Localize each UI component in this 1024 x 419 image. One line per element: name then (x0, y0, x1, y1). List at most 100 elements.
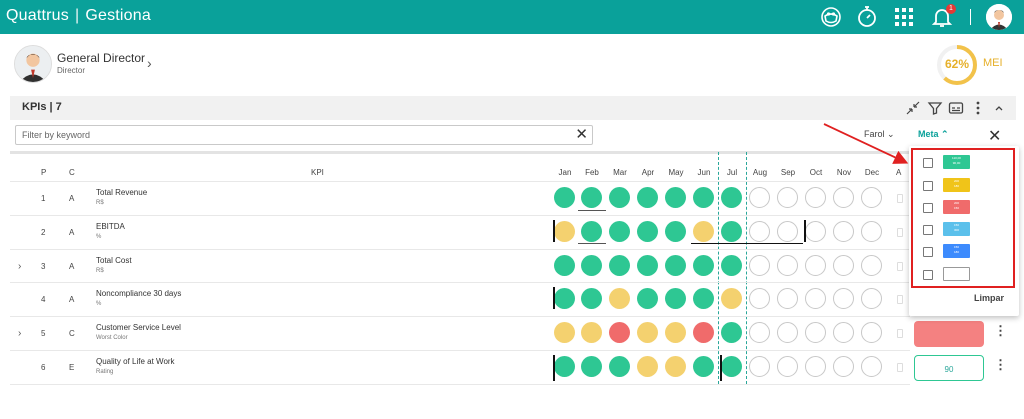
chevron-right-icon[interactable]: › (18, 261, 21, 272)
status-dot[interactable] (609, 322, 630, 343)
status-dot[interactable] (554, 356, 575, 377)
clear-button[interactable]: Limpar (974, 293, 1004, 303)
status-dot[interactable] (861, 187, 882, 208)
status-dot[interactable] (637, 322, 658, 343)
kpi-name[interactable]: Customer Service Level (96, 323, 181, 332)
status-dot[interactable] (749, 356, 770, 377)
filter-icon[interactable] (927, 100, 943, 116)
status-dot[interactable] (805, 255, 826, 276)
attachment-icon[interactable] (897, 295, 903, 304)
status-dot[interactable] (637, 288, 658, 309)
caption-icon[interactable] (948, 100, 964, 116)
status-dot[interactable] (637, 221, 658, 242)
status-dot[interactable] (833, 322, 854, 343)
status-dot[interactable] (777, 221, 798, 242)
status-dot[interactable] (581, 322, 602, 343)
more-vertical-icon[interactable] (970, 100, 986, 116)
status-dot[interactable] (665, 255, 686, 276)
status-dot[interactable] (637, 187, 658, 208)
more-vertical-icon[interactable]: ⋮ (994, 324, 1007, 337)
status-dot[interactable] (554, 187, 575, 208)
status-dot[interactable] (777, 187, 798, 208)
status-dot[interactable] (609, 221, 630, 242)
status-dot[interactable] (833, 356, 854, 377)
bell-icon[interactable]: 1 (930, 4, 956, 29)
chevron-right-icon[interactable]: › (147, 55, 152, 71)
status-dot[interactable] (721, 356, 742, 377)
kpi-name[interactable]: Total Revenue (96, 188, 147, 197)
kpi-name[interactable]: Quality of Life at Work (96, 357, 175, 366)
kpi-name[interactable]: Total Cost (96, 256, 132, 265)
status-dot[interactable] (777, 255, 798, 276)
status-dot[interactable] (693, 255, 714, 276)
status-dot[interactable] (554, 288, 575, 309)
status-dot[interactable] (805, 221, 826, 242)
status-dot[interactable] (693, 221, 714, 242)
status-dot[interactable] (581, 255, 602, 276)
target-value[interactable]: 90 (914, 355, 984, 381)
status-dot[interactable] (861, 322, 882, 343)
col-c-header[interactable]: C (69, 168, 75, 177)
status-dot[interactable] (833, 187, 854, 208)
clear-icon[interactable]: ✕ (575, 127, 588, 143)
status-dot[interactable] (861, 288, 882, 309)
status-dot[interactable] (777, 322, 798, 343)
status-dot[interactable] (805, 356, 826, 377)
status-dot[interactable] (777, 356, 798, 377)
more-vertical-icon[interactable]: ⋮ (994, 358, 1007, 371)
status-dot[interactable] (749, 322, 770, 343)
status-dot[interactable] (665, 288, 686, 309)
tab-meta[interactable]: Meta ⌃ (918, 129, 949, 140)
status-dot[interactable] (721, 187, 742, 208)
status-dot[interactable] (609, 356, 630, 377)
status-dot[interactable] (861, 356, 882, 377)
status-dot[interactable] (581, 356, 602, 377)
status-dot[interactable] (861, 221, 882, 242)
status-dot[interactable] (609, 288, 630, 309)
status-dot[interactable] (693, 322, 714, 343)
stopwatch-icon[interactable] (855, 5, 879, 29)
collapse-icon[interactable] (905, 100, 921, 116)
status-dot[interactable] (609, 187, 630, 208)
face-mask-icon[interactable] (819, 5, 843, 29)
status-dot[interactable] (833, 255, 854, 276)
status-dot[interactable] (665, 356, 686, 377)
status-dot[interactable] (721, 322, 742, 343)
status-dot[interactable] (833, 288, 854, 309)
status-dot[interactable] (721, 288, 742, 309)
attachment-icon[interactable] (897, 262, 903, 271)
status-dot[interactable] (609, 255, 630, 276)
tab-farol[interactable]: Farol ⌄ (864, 129, 895, 140)
status-dot[interactable] (721, 221, 742, 242)
status-dot[interactable] (581, 221, 602, 242)
target-value[interactable] (914, 321, 984, 347)
col-a-header[interactable]: A (896, 168, 901, 177)
kpi-name[interactable]: Noncompliance 30 days (96, 289, 181, 298)
status-dot[interactable] (805, 187, 826, 208)
status-dot[interactable] (721, 255, 742, 276)
status-dot[interactable] (805, 322, 826, 343)
status-dot[interactable] (581, 288, 602, 309)
status-dot[interactable] (637, 255, 658, 276)
status-dot[interactable] (554, 322, 575, 343)
status-dot[interactable] (693, 187, 714, 208)
user-avatar[interactable] (986, 4, 1012, 30)
chevron-right-icon[interactable]: › (18, 328, 21, 339)
brand[interactable]: Quattrus | Gestiona (6, 7, 151, 25)
attachment-icon[interactable] (897, 228, 903, 237)
status-dot[interactable] (554, 255, 575, 276)
status-dot[interactable] (833, 221, 854, 242)
kpi-name[interactable]: EBITDA (96, 222, 125, 231)
status-dot[interactable] (861, 255, 882, 276)
status-dot[interactable] (665, 322, 686, 343)
status-dot[interactable] (777, 288, 798, 309)
status-dot[interactable] (805, 288, 826, 309)
status-dot[interactable] (693, 356, 714, 377)
attachment-icon[interactable] (897, 329, 903, 338)
col-kpi-header[interactable]: KPI (311, 168, 324, 177)
col-p-header[interactable]: P (41, 168, 46, 177)
status-dot[interactable] (749, 288, 770, 309)
close-icon[interactable]: ✕ (988, 126, 1001, 146)
status-dot[interactable] (665, 221, 686, 242)
attachment-icon[interactable] (897, 363, 903, 372)
